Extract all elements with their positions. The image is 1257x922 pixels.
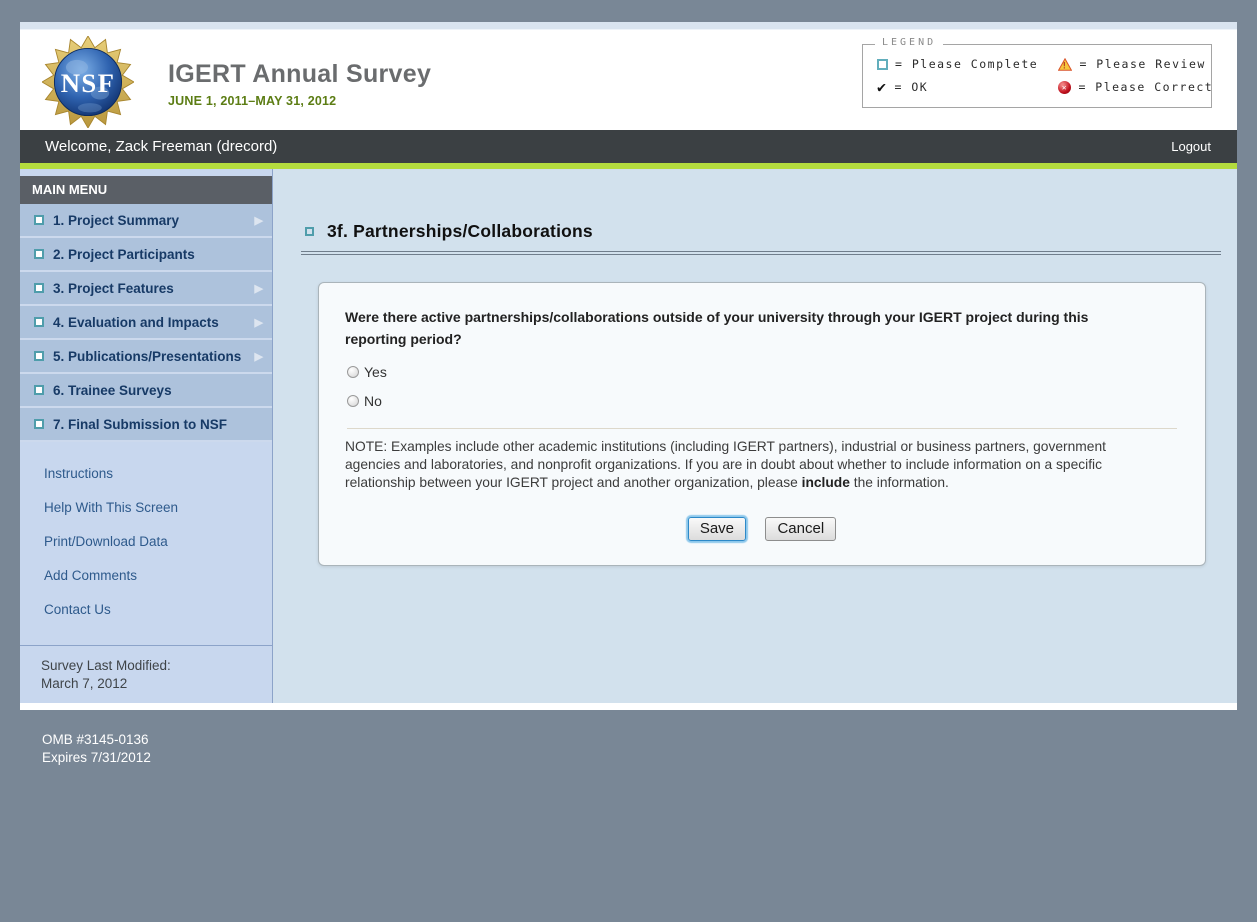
page-title-row: 3f. Partnerships/Collaborations	[305, 221, 1237, 242]
last-modified-label: Survey Last Modified:	[41, 657, 272, 675]
legend-item-please-review: ! = Please Review	[1058, 57, 1201, 71]
sidebar-gap	[20, 169, 272, 176]
last-modified-date: March 7, 2012	[41, 675, 272, 693]
app-subtitle: JUNE 1, 2011–MAY 31, 2012	[168, 94, 431, 108]
radio-label-yes: Yes	[364, 364, 387, 380]
sidebar-item-label: 4. Evaluation and Impacts	[53, 315, 219, 330]
sidebar-item-label: 1. Project Summary	[53, 213, 179, 228]
svg-text:!: !	[1062, 61, 1069, 70]
please-correct-error-icon: ✕	[1058, 81, 1071, 94]
sidebar-item-project-participants[interactable]: 2. Project Participants	[20, 238, 272, 272]
sidebar-item-publications-presentations[interactable]: 5. Publications/Presentations ▶	[20, 340, 272, 374]
ok-check-icon: ✔	[877, 81, 888, 93]
please-review-warning-icon: !	[1058, 58, 1072, 71]
omb-number: OMB #3145-0136	[42, 731, 151, 749]
sidebar-link-add-comments[interactable]: Add Comments	[44, 568, 272, 583]
app-title: IGERT Annual Survey	[168, 60, 431, 89]
welcome-text: Welcome, Zack Freeman (drecord)	[45, 138, 277, 155]
please-complete-square-icon	[34, 317, 44, 327]
question-panel: Were there active partnerships/collabora…	[318, 282, 1206, 566]
legend-item-please-complete: = Please Complete	[877, 57, 1058, 71]
sidebar-link-print-download[interactable]: Print/Download Data	[44, 534, 272, 549]
legend-title: LEGEND	[875, 37, 943, 48]
please-complete-square-icon	[305, 227, 314, 236]
yes-radio[interactable]	[347, 366, 359, 378]
chevron-right-icon: ▶	[255, 282, 263, 295]
sidebar-item-label: 7. Final Submission to NSF	[53, 417, 227, 432]
chevron-right-icon: ▶	[255, 214, 263, 227]
legend-item-ok: ✔ = OK	[877, 80, 1058, 94]
sidebar-link-contact-us[interactable]: Contact Us	[44, 602, 272, 617]
radio-option-no[interactable]: No	[345, 393, 1179, 409]
please-complete-square-icon	[34, 385, 44, 395]
omb-expires: Expires 7/31/2012	[42, 749, 151, 767]
legend-grid: = Please Complete ! = Please Review ✔ = …	[863, 45, 1211, 94]
omb-footer: OMB #3145-0136 Expires 7/31/2012	[42, 731, 151, 767]
main-menu-header: MAIN MENU	[20, 176, 272, 204]
survey-last-modified: Survey Last Modified: March 7, 2012	[20, 646, 272, 703]
please-complete-square-icon	[877, 59, 888, 70]
nsf-logo: NSF	[42, 36, 134, 128]
please-complete-square-icon	[34, 351, 44, 361]
legend-item-label: = Please Complete	[895, 57, 1038, 71]
survey-page: NSF IGERT Annual Survey JUNE 1, 2011–MAY…	[20, 22, 1237, 710]
sidebar-link-help[interactable]: Help With This Screen	[44, 500, 272, 515]
nsf-logo-text: NSF	[61, 68, 116, 98]
logout-link[interactable]: Logout	[1171, 139, 1211, 154]
button-row: Save Cancel	[345, 517, 1179, 541]
sidebar-item-trainee-surveys[interactable]: 6. Trainee Surveys	[20, 374, 272, 408]
sidebar-item-evaluation-and-impacts[interactable]: 4. Evaluation and Impacts ▶	[20, 306, 272, 340]
note-divider	[347, 428, 1177, 429]
radio-label-no: No	[364, 393, 382, 409]
title-block: IGERT Annual Survey JUNE 1, 2011–MAY 31,…	[168, 60, 431, 108]
legend-item-label: = OK	[895, 80, 929, 94]
page-title: 3f. Partnerships/Collaborations	[327, 221, 593, 242]
page-top-strip	[20, 22, 1237, 30]
title-divider	[301, 251, 1221, 255]
sidebar-item-final-submission[interactable]: 7. Final Submission to NSF	[20, 408, 272, 442]
sidebar-item-label: 2. Project Participants	[53, 247, 195, 262]
sidebar-item-label: 6. Trainee Surveys	[53, 383, 172, 398]
no-radio[interactable]	[347, 395, 359, 407]
sidebar-item-label: 5. Publications/Presentations	[53, 349, 241, 364]
please-complete-square-icon	[34, 419, 44, 429]
note-bold-word: include	[802, 475, 850, 490]
question-text: Were there active partnerships/collabora…	[345, 306, 1150, 351]
please-complete-square-icon	[34, 283, 44, 293]
chevron-right-icon: ▶	[255, 350, 263, 363]
sidebar: MAIN MENU 1. Project Summary ▶ 2. Projec…	[20, 169, 273, 703]
note-text: NOTE: Examples include other academic in…	[345, 438, 1123, 492]
welcome-bar: Welcome, Zack Freeman (drecord) Logout	[20, 130, 1237, 163]
app-header: NSF IGERT Annual Survey JUNE 1, 2011–MAY…	[20, 30, 1237, 130]
sidebar-item-project-features[interactable]: 3. Project Features ▶	[20, 272, 272, 306]
radio-option-yes[interactable]: Yes	[345, 364, 1179, 380]
sidebar-link-instructions[interactable]: Instructions	[44, 466, 272, 481]
save-button[interactable]: Save	[688, 517, 746, 541]
sidebar-item-label: 3. Project Features	[53, 281, 174, 296]
note-prefix: NOTE: Examples include other academic in…	[345, 439, 1106, 490]
please-complete-square-icon	[34, 249, 44, 259]
legend-item-label: = Please Correct	[1078, 80, 1213, 94]
sidebar-links: Instructions Help With This Screen Print…	[20, 442, 272, 645]
note-suffix: the information.	[850, 475, 949, 490]
chevron-right-icon: ▶	[255, 316, 263, 329]
legend-box: LEGEND = Please Complete ! = Please Revi…	[862, 44, 1212, 108]
legend-item-please-correct: ✕ = Please Correct	[1058, 80, 1201, 94]
main-content: 3f. Partnerships/Collaborations Were the…	[273, 169, 1237, 703]
please-complete-square-icon	[34, 215, 44, 225]
cancel-button[interactable]: Cancel	[765, 517, 836, 541]
content-row: MAIN MENU 1. Project Summary ▶ 2. Projec…	[20, 169, 1237, 703]
sidebar-item-project-summary[interactable]: 1. Project Summary ▶	[20, 204, 272, 238]
legend-item-label: = Please Review	[1079, 57, 1205, 71]
